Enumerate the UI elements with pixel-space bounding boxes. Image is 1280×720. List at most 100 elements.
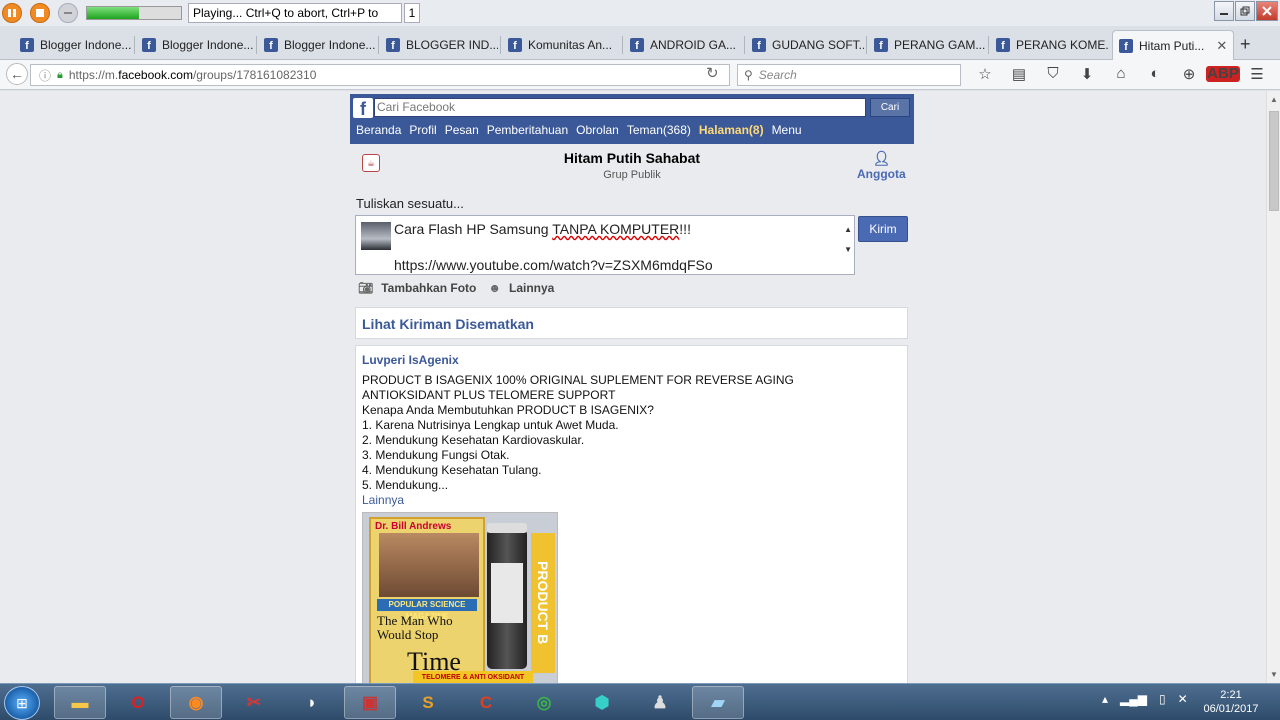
address-bar[interactable]: ⓘ 🔒︎ https://m. facebook.com/groups/17816… <box>30 64 730 86</box>
back-button[interactable]: ← <box>6 63 28 85</box>
menu-item-obrolan[interactable]: Obrolan <box>576 123 619 137</box>
magazine-portrait <box>379 533 479 597</box>
taskbar-thunderbird[interactable]: ◗ <box>286 686 338 719</box>
taskbar-nox[interactable]: ⬢ <box>576 686 628 719</box>
taskbar-chrome[interactable]: ◎ <box>518 686 570 719</box>
download-icon[interactable]: ⬇ <box>1070 65 1104 83</box>
more-options-button[interactable]: ☻ Lainnya <box>488 281 554 295</box>
network-icon[interactable]: ✕ <box>1178 692 1188 706</box>
taskbar-penguin[interactable]: ♟ <box>634 686 686 719</box>
tab-8[interactable]: f PERANG GAM... <box>868 30 986 60</box>
search-box[interactable]: ⚲ Search <box>737 64 961 86</box>
taskbar-app[interactable]: ▰ <box>692 686 744 719</box>
folder-icon: ▬ <box>71 692 89 712</box>
taskbar-tool[interactable]: ✂ <box>228 686 280 719</box>
info-icon: ⓘ <box>39 68 52 83</box>
chrome-icon: ◎ <box>536 692 552 712</box>
facebook-logo[interactable]: f <box>353 98 373 119</box>
close-tab-icon[interactable]: ✕ <box>1216 38 1227 54</box>
restore-button[interactable] <box>1235 1 1255 21</box>
taskbar-firefox[interactable]: ◉ <box>170 686 222 719</box>
adblock-icon[interactable]: ABP <box>1206 65 1240 83</box>
taskbar-ccleaner[interactable]: C <box>460 686 512 719</box>
scroll-down-icon[interactable]: ▼ <box>1270 670 1278 679</box>
post-body: PRODUCT B ISAGENIX 100% ORIGINAL SUPLEME… <box>362 373 902 493</box>
members-button[interactable]: 👤︎ Anggota <box>857 150 906 181</box>
post-line: 5. Mendukung... <box>362 478 449 492</box>
system-clock[interactable]: 2:21 06/01/2017 <box>1196 688 1266 716</box>
tab-7[interactable]: f GUDANG SOFT... <box>746 30 864 60</box>
magazine-top-text: Dr. Bill Andrews <box>375 521 452 532</box>
taskbar-opera[interactable]: O <box>112 686 164 719</box>
record-icon <box>64 12 72 14</box>
tab-5[interactable]: f Komunitas An... <box>502 30 620 60</box>
page-scrollbar[interactable]: ▲ ▼ <box>1266 91 1280 683</box>
composer-scrollbar[interactable]: ▲ ▼ <box>844 220 852 260</box>
ccleaner-icon: C <box>479 692 493 712</box>
tab-9[interactable]: f PERANG KOME... <box>990 30 1108 60</box>
url-host: facebook.com <box>118 68 193 82</box>
post-line: Kenapa Anda Membutuhkan PRODUCT B ISAGEN… <box>362 403 654 417</box>
scroll-up-icon[interactable]: ▲ <box>1270 95 1278 104</box>
facebook-search-button[interactable]: Cari <box>870 98 910 117</box>
facebook-search-input[interactable]: Cari Facebook <box>374 98 866 117</box>
camera-icon: 📷︎ <box>358 281 374 295</box>
tab-6[interactable]: f ANDROID GA... <box>624 30 742 60</box>
tab-separator <box>134 36 135 54</box>
tab-label: Blogger Indone... <box>284 38 376 52</box>
taskbar-explorer[interactable]: ▬ <box>54 686 106 719</box>
firefox-icon: ◉ <box>188 692 204 712</box>
tab-active[interactable]: f Hitam Puti... ✕ <box>1112 30 1234 60</box>
send-button[interactable]: Kirim <box>858 216 908 242</box>
menu-item-pemberitahuan[interactable]: Pemberitahuan <box>487 123 568 137</box>
post-line: ANTIOKSIDANT PLUS TELOMERE SUPPORT <box>362 388 616 402</box>
members-label: Anggota <box>857 167 906 181</box>
start-button[interactable]: ⊞ <box>4 686 40 720</box>
tray-expand-icon[interactable]: ▴ <box>1102 692 1108 706</box>
menu-item-beranda[interactable]: Beranda <box>356 123 401 137</box>
bookmark-star-icon[interactable]: ☆ <box>968 65 1002 83</box>
play-button[interactable] <box>58 3 78 23</box>
globe-icon[interactable]: ⊕ <box>1172 65 1206 83</box>
taskbar-sublime[interactable]: S <box>402 686 454 719</box>
taskbar-recorder[interactable]: ▣ <box>344 686 396 719</box>
tab-3[interactable]: f Blogger Indone... <box>258 30 376 60</box>
menu-icon[interactable]: ☰ <box>1240 65 1274 83</box>
video-thumbnail <box>361 222 391 250</box>
tab-4[interactable]: f BLOGGER IND... <box>380 30 498 60</box>
close-window-button[interactable] <box>1256 1 1278 21</box>
restore-icon <box>1240 6 1250 16</box>
extension-icon[interactable]: ◐ <box>1138 65 1172 83</box>
menu-item-pesan[interactable]: Pesan <box>445 123 479 137</box>
tab-1[interactable]: f Blogger Indone... <box>14 30 132 60</box>
composer-textarea[interactable]: Cara Flash HP Samsung TANPA KOMPUTER!!! … <box>355 215 855 275</box>
composer-misspelled-text: TANPA KOMPUTER <box>552 221 680 237</box>
add-photo-button[interactable]: 📷︎ Tambahkan Foto <box>358 281 476 295</box>
minimize-button[interactable] <box>1214 1 1234 21</box>
menu-item-teman[interactable]: Teman(368) <box>627 123 691 137</box>
signal-icon[interactable]: ▂▄▆ <box>1120 692 1147 706</box>
reading-list-icon[interactable]: ▤ <box>1002 65 1036 83</box>
navigation-bar: ← ⓘ 🔒︎ https://m. facebook.com/groups/178… <box>0 60 1280 90</box>
post-line: 2. Mendukung Kesehatan Kardiovaskular. <box>362 433 585 447</box>
home-icon[interactable]: ⌂ <box>1104 65 1138 83</box>
tab-2[interactable]: f Blogger Indone... <box>136 30 254 60</box>
new-tab-button[interactable]: + <box>1240 34 1251 55</box>
menu-item-profil[interactable]: Profil <box>409 123 436 137</box>
post-more-link[interactable]: Lainnya <box>362 493 404 507</box>
search-placeholder: Search <box>758 68 797 82</box>
group-title[interactable]: Hitam Putih Sahabat <box>350 150 914 166</box>
post-image[interactable]: Dr. Bill Andrews POPULAR SCIENCE MAGAZIN… <box>362 512 558 683</box>
reload-icon[interactable]: ↻ <box>706 64 719 82</box>
battery-icon[interactable]: ▯ <box>1159 692 1166 706</box>
scrollbar-thumb[interactable] <box>1269 111 1279 211</box>
post-author[interactable]: Luvperi IsAgenix <box>362 353 459 367</box>
stop-button[interactable] <box>30 3 50 23</box>
menu-item-halaman[interactable]: Halaman(8) <box>699 123 764 137</box>
group-header: ☕︎ Hitam Putih Sahabat Grup Publik 👤︎ An… <box>350 144 914 194</box>
window-icon: ▰ <box>711 692 725 712</box>
pause-button[interactable] <box>2 3 22 23</box>
menu-item-menu[interactable]: Menu <box>772 123 802 137</box>
pinned-posts-link[interactable]: Lihat Kiriman Disematkan <box>355 307 908 339</box>
pocket-icon[interactable]: ⛉ <box>1036 65 1070 83</box>
